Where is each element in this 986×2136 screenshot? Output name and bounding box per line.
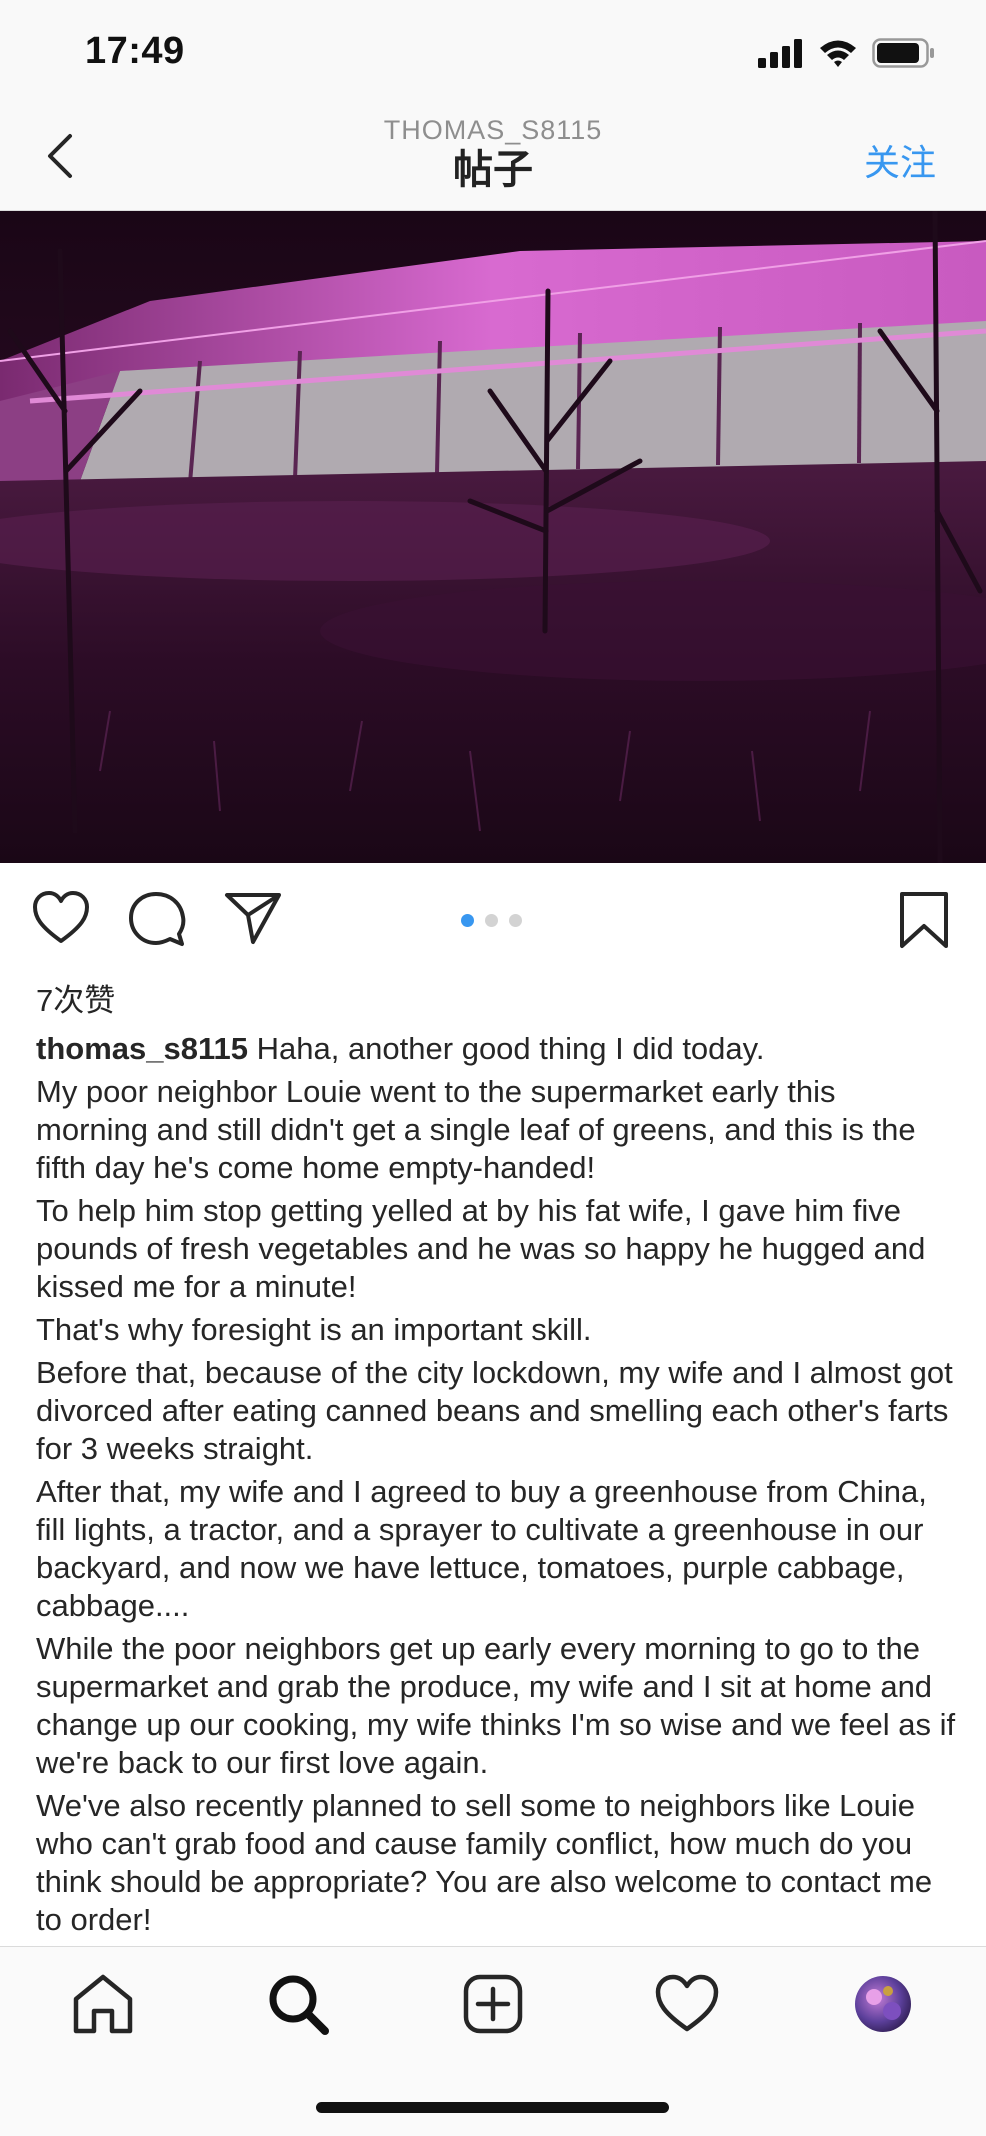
add-post-icon bbox=[463, 1974, 523, 2034]
like-button[interactable] bbox=[32, 890, 90, 951]
caption-line-7: While the poor neighbors get up early ev… bbox=[36, 1631, 956, 1780]
follow-button[interactable]: 关注 bbox=[864, 134, 936, 186]
post-actions bbox=[0, 864, 986, 980]
post-caption: thomas_s8115 Haha, another good thing I … bbox=[36, 1030, 956, 1944]
tab-profile[interactable] bbox=[848, 1969, 918, 2039]
caption-line-2: My poor neighbor Louie went to the super… bbox=[36, 1074, 916, 1185]
status-icons bbox=[758, 36, 936, 70]
comment-button[interactable] bbox=[128, 890, 186, 953]
wifi-icon bbox=[820, 40, 856, 67]
caption-line-3: To help him stop getting yelled at by hi… bbox=[36, 1193, 926, 1304]
page-title: 帖子 bbox=[453, 148, 533, 192]
tab-home[interactable] bbox=[68, 1969, 138, 2039]
save-button[interactable] bbox=[898, 890, 950, 955]
nav-header: THOMAS_S8115 帖子 bbox=[0, 114, 986, 194]
battery-icon bbox=[872, 38, 934, 68]
signal-icon bbox=[758, 39, 802, 68]
caption-line-4: That's why foresight is an important ski… bbox=[36, 1312, 592, 1347]
bookmark-icon bbox=[900, 892, 948, 948]
caption-line-5: Before that, because of the city lockdow… bbox=[36, 1355, 953, 1466]
caption-author[interactable]: thomas_s8115 bbox=[36, 1031, 248, 1066]
likes-count[interactable]: 7次赞 bbox=[36, 975, 115, 1020]
status-bar: 17:49 bbox=[0, 0, 986, 104]
tab-search[interactable] bbox=[263, 1969, 333, 2039]
share-button[interactable] bbox=[223, 890, 283, 951]
caption-line-6: After that, my wife and I agreed to buy … bbox=[36, 1474, 927, 1623]
carousel-dot-2 bbox=[485, 914, 498, 927]
search-icon bbox=[269, 1975, 329, 2035]
caption-line-1: Haha, another good thing I did today. bbox=[256, 1031, 765, 1066]
status-time: 17:49 bbox=[85, 30, 185, 72]
post-photo[interactable] bbox=[0, 211, 986, 863]
carousel-indicator bbox=[461, 914, 522, 927]
heart-icon bbox=[33, 891, 89, 943]
comment-icon bbox=[129, 892, 186, 946]
nav-bar: THOMAS_S8115 帖子 关注 bbox=[0, 104, 986, 211]
greenhouse-photo bbox=[0, 211, 986, 863]
send-icon bbox=[225, 893, 281, 944]
nav-username: THOMAS_S8115 bbox=[383, 115, 603, 145]
home-indicator bbox=[316, 2102, 669, 2113]
carousel-dot-1 bbox=[461, 914, 474, 927]
caption-line-8: We've also recently planned to sell some… bbox=[36, 1788, 933, 1937]
profile-avatar bbox=[855, 1976, 911, 2032]
carousel-dot-3 bbox=[509, 914, 522, 927]
home-icon bbox=[73, 1974, 133, 2034]
activity-heart-icon bbox=[655, 1974, 719, 2032]
tab-new-post[interactable] bbox=[458, 1969, 528, 2039]
tab-activity[interactable] bbox=[652, 1969, 722, 2039]
